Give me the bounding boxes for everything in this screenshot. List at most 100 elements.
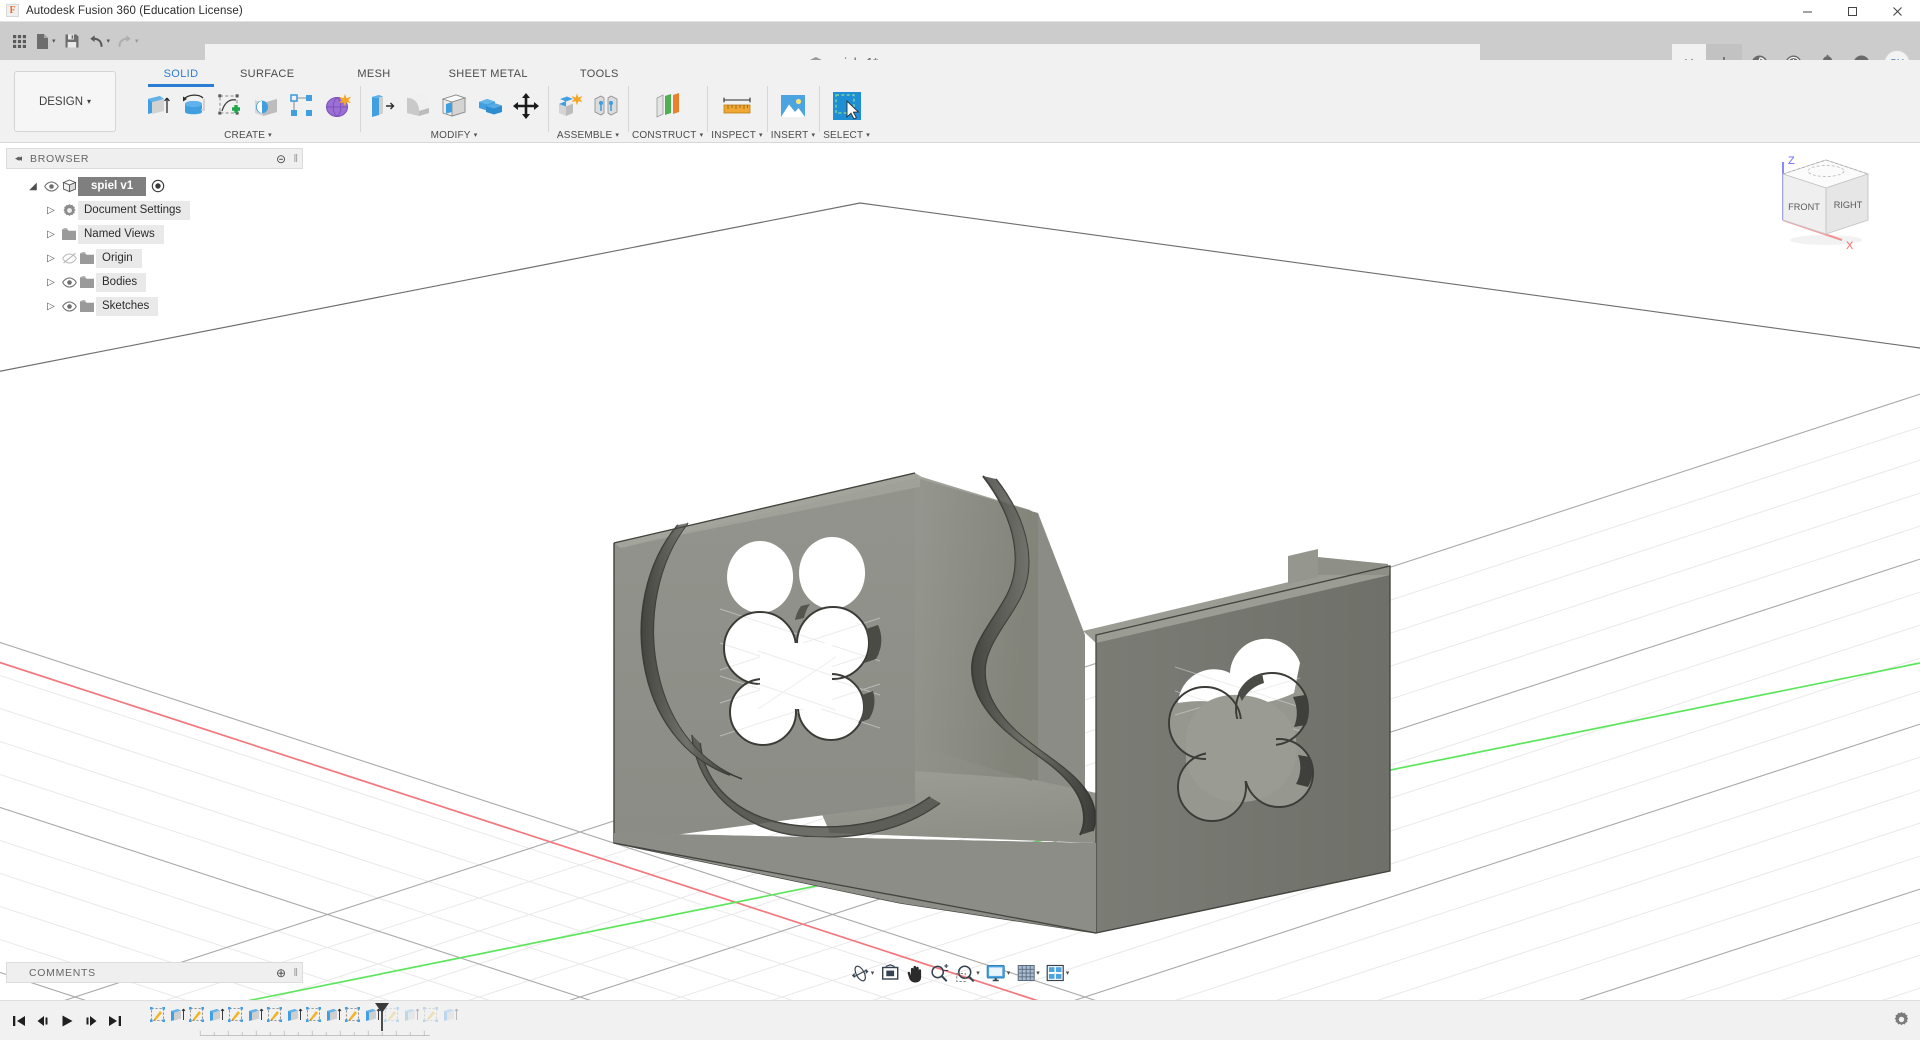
close-button[interactable] (1875, 0, 1920, 22)
undo-caret-icon[interactable]: ▾ (107, 37, 111, 45)
create-sketch-tool[interactable] (212, 85, 248, 127)
save-icon[interactable] (59, 26, 85, 56)
move-copy-tool[interactable] (508, 85, 544, 127)
press-pull-tool[interactable] (364, 85, 400, 127)
timeline-feature-extrude[interactable] (324, 1002, 344, 1028)
display-settings-icon[interactable]: ▾ (983, 960, 1014, 986)
workspace-switcher-button[interactable]: DESIGN ▾ (14, 71, 116, 132)
browser-resize-grip[interactable]: ‖ (293, 153, 298, 165)
visibility-eye-off-icon[interactable] (60, 252, 78, 264)
timeline-feature-extrude[interactable] (441, 1002, 461, 1028)
app-grid-icon[interactable] (6, 26, 32, 56)
timeline-feature-sketch[interactable] (148, 1002, 168, 1028)
tree-item-bodies[interactable]: ▷ Bodies (6, 270, 303, 294)
chevron-down-icon: ▾ (615, 132, 620, 139)
hole-tool[interactable] (248, 85, 284, 127)
viewport-layout-caret-icon[interactable]: ▾ (1066, 969, 1070, 977)
extrude-tool[interactable] (140, 85, 176, 127)
timeline-feature-extrude[interactable] (246, 1002, 266, 1028)
expand-arrow-icon[interactable]: ▷ (42, 205, 60, 216)
pattern-tool[interactable] (284, 85, 320, 127)
fit-view-icon[interactable] (877, 960, 902, 986)
redo-caret-icon[interactable]: ▾ (135, 37, 139, 45)
browser-options-icon[interactable]: ⊝ (276, 152, 286, 166)
step-back-button[interactable] (32, 1008, 54, 1034)
new-file-icon[interactable]: ▾ (32, 26, 59, 56)
expand-arrow-icon[interactable]: ▷ (42, 277, 60, 288)
tree-item-origin[interactable]: ▷ Origin (6, 246, 303, 270)
redo-icon[interactable]: ▾ (113, 26, 142, 56)
panel-modify-label[interactable]: MODIFY ▾ (431, 128, 478, 142)
view-cube[interactable]: Z X FRONT RIGHT (1764, 148, 1882, 256)
tab-solid[interactable]: SOLID (148, 64, 214, 87)
expand-arrow-icon[interactable]: ▷ (42, 253, 60, 264)
activate-component-radio[interactable] (149, 179, 167, 193)
orbit-caret-icon[interactable]: ▾ (871, 969, 875, 977)
panel-assemble-label[interactable]: ASSEMBLE ▾ (557, 128, 619, 142)
combine-tool[interactable] (472, 85, 508, 127)
visibility-eye-icon[interactable] (60, 300, 78, 312)
panel-insert-label[interactable]: INSERT ▾ (771, 128, 815, 142)
new-file-caret-icon[interactable]: ▾ (52, 37, 56, 45)
timeline-feature-extrude[interactable] (285, 1002, 305, 1028)
insert-image-tool[interactable] (772, 85, 814, 127)
joint-tool[interactable] (588, 85, 624, 127)
tree-item-spiel-v1[interactable]: ◢ spiel v1 (6, 174, 303, 198)
panel-select-label[interactable]: SELECT ▾ (823, 128, 870, 142)
construct-plane-tool[interactable] (647, 85, 689, 127)
tree-item-named-views[interactable]: ▷ Named Views (6, 222, 303, 246)
visibility-eye-icon[interactable] (60, 276, 78, 288)
timeline-feature-sketch[interactable] (304, 1002, 324, 1028)
maximize-button[interactable] (1830, 0, 1875, 22)
grid-snaps-caret-icon[interactable]: ▾ (1036, 969, 1040, 977)
tab-surface[interactable]: SURFACE (236, 64, 298, 84)
revolve-tool[interactable] (176, 85, 212, 127)
tab-sheet-metal[interactable]: SHEET METAL (445, 64, 532, 84)
visibility-eye-icon[interactable] (42, 180, 60, 192)
timeline-feature-extrude[interactable] (207, 1002, 227, 1028)
skip-to-start-button[interactable] (8, 1008, 30, 1034)
timeline-feature-extrude[interactable] (168, 1002, 188, 1028)
skip-to-end-button[interactable] (104, 1008, 126, 1034)
tab-mesh[interactable]: MESH (353, 64, 394, 84)
orbit-icon[interactable]: ▾ (848, 960, 878, 986)
fillet-tool[interactable] (400, 85, 436, 127)
timeline-feature-extrude[interactable] (402, 1002, 422, 1028)
display-settings-caret-icon[interactable]: ▾ (1007, 969, 1011, 977)
grid-snaps-icon[interactable]: ▾ (1013, 960, 1043, 986)
collapse-panel-icon[interactable]: ◂◂ (15, 153, 22, 164)
new-component-tool[interactable] (552, 85, 588, 127)
folder-icon (78, 251, 96, 265)
timeline-track[interactable] (148, 1001, 460, 1040)
expand-arrow-icon[interactable]: ◢ (24, 181, 42, 192)
zoom-window-icon[interactable]: ▾ (952, 960, 983, 986)
expand-arrow-icon[interactable]: ▷ (42, 229, 60, 240)
timeline-feature-sketch[interactable] (421, 1002, 441, 1028)
tab-tools[interactable]: TOOLS (576, 64, 623, 84)
panel-construct-label[interactable]: CONSTRUCT ▾ (632, 128, 703, 142)
pan-hand-icon[interactable] (902, 960, 926, 986)
minimize-button[interactable] (1785, 0, 1830, 22)
tree-item-sketches[interactable]: ▷ Sketches (6, 294, 303, 318)
undo-icon[interactable]: ▾ (85, 26, 114, 56)
shell-tool[interactable] (436, 85, 472, 127)
tree-item-document-settings[interactable]: ▷ Document Settings (6, 198, 303, 222)
timeline-feature-sketch[interactable] (226, 1002, 246, 1028)
panel-inspect-label[interactable]: INSPECT ▾ (711, 128, 762, 142)
select-tool[interactable] (826, 85, 868, 127)
play-button[interactable] (56, 1008, 78, 1034)
expand-arrow-icon[interactable]: ▷ (42, 301, 60, 312)
measure-tool[interactable] (716, 85, 758, 127)
comments-resize-grip[interactable]: ‖ (293, 967, 298, 979)
step-forward-button[interactable] (80, 1008, 102, 1034)
add-comment-icon[interactable]: ⊕ (276, 966, 286, 980)
panel-create-label[interactable]: CREATE ▾ (224, 128, 272, 142)
zoom-window-caret-icon[interactable]: ▾ (976, 969, 980, 977)
timeline-feature-sketch[interactable] (265, 1002, 285, 1028)
timeline-feature-sketch[interactable] (343, 1002, 363, 1028)
zoom-icon[interactable] (926, 960, 952, 986)
timeline-settings-gear-icon[interactable] (1893, 1011, 1910, 1033)
timeline-feature-sketch[interactable] (187, 1002, 207, 1028)
create-form-tool[interactable] (320, 85, 356, 127)
viewport-layout-icon[interactable]: ▾ (1043, 960, 1073, 986)
